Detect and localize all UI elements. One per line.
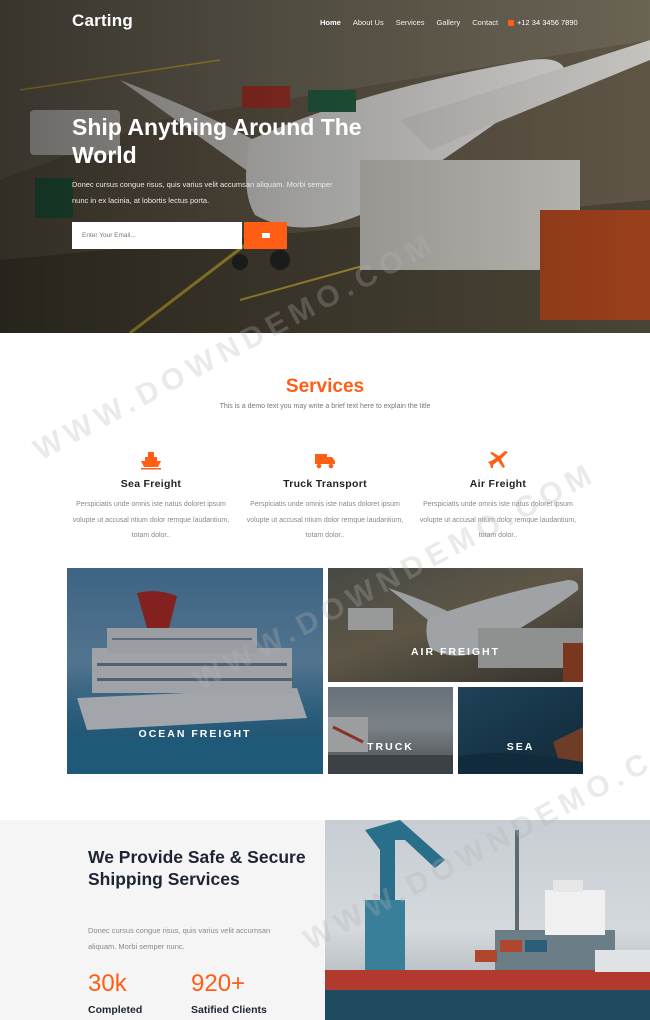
- service-name: Sea Freight: [120, 478, 182, 490]
- service-name: Truck Transport: [283, 478, 367, 490]
- service-air-freight: Air Freight Perspiciatis unde omnis iste…: [413, 450, 583, 544]
- port-cargo-image: [325, 820, 650, 1020]
- top-navigation: Carting Home About Us Services Gallery C…: [0, 0, 650, 44]
- gallery-tile-sea[interactable]: SEA: [458, 687, 583, 774]
- phone-icon: [508, 19, 514, 26]
- stat-clients: 920+ Satified Clients: [191, 970, 267, 1016]
- stat-completed: 30k Completed: [88, 970, 142, 1016]
- tile-overlay: [328, 568, 583, 682]
- cargo-ship-crane-image: [325, 820, 650, 1020]
- stat-label: Completed: [88, 1004, 143, 1016]
- tile-overlay: [67, 568, 323, 774]
- about-description: Donec cursus congue risus, quis varius v…: [88, 926, 271, 951]
- nav-link-gallery[interactable]: Gallery: [436, 18, 460, 27]
- tile-label: TRUCK: [367, 741, 414, 753]
- service-name: Air Freight: [469, 478, 527, 490]
- envelope-icon: [261, 233, 270, 238]
- services-title: Services: [285, 376, 365, 397]
- hero-description: Donec cursus congue risus, quis varius v…: [72, 180, 333, 205]
- nav-links: Home About Us Services Gallery Contact: [320, 18, 498, 27]
- service-description: Perspiciatis unde omnis iste natus dolor…: [419, 501, 577, 539]
- site-logo[interactable]: Carting: [72, 11, 133, 31]
- page: Carting Home About Us Services Gallery C…: [0, 0, 650, 1020]
- subscribe-button[interactable]: [244, 222, 287, 249]
- email-input[interactable]: [72, 222, 242, 249]
- hero-section: Carting Home About Us Services Gallery C…: [0, 0, 650, 333]
- tile-overlay: [328, 687, 453, 774]
- tile-label: OCEAN FREIGHT: [138, 728, 252, 740]
- stat-value: 920+: [191, 970, 246, 997]
- airplane-icon: [488, 451, 508, 468]
- hero-title: Ship Anything Around The World: [72, 114, 362, 168]
- service-description: Perspiciatis unde omnis iste natus dolor…: [72, 501, 230, 539]
- services-subtitle: This is a demo text you may write a brie…: [219, 403, 431, 410]
- ship-icon: [141, 452, 161, 470]
- service-sea-freight: Sea Freight Perspiciatis unde omnis iste…: [66, 450, 236, 544]
- gallery-tile-truck[interactable]: TRUCK: [328, 687, 453, 774]
- tile-label: AIR FREIGHT: [410, 646, 501, 658]
- nav-phone[interactable]: +12 34 3456 7890: [508, 18, 578, 27]
- gallery-tile-air-freight[interactable]: AIR FREIGHT: [328, 568, 583, 682]
- stat-label: Satified Clients: [191, 1004, 267, 1016]
- phone-number: +12 34 3456 7890: [517, 18, 578, 27]
- truck-icon: [315, 454, 335, 469]
- subscribe-form: [72, 222, 287, 249]
- tile-overlay: [458, 687, 583, 774]
- gallery-tile-ocean-freight[interactable]: OCEAN FREIGHT: [67, 568, 323, 774]
- nav-link-about[interactable]: About Us: [353, 18, 384, 27]
- nav-link-services[interactable]: Services: [396, 18, 425, 27]
- tile-label: SEA: [506, 741, 535, 753]
- nav-link-home[interactable]: Home: [320, 18, 341, 27]
- stat-value: 30k: [88, 970, 127, 997]
- about-title: We Provide Safe & Secure Shipping Servic…: [88, 847, 306, 889]
- service-description: Perspiciatis unde omnis iste natus dolor…: [246, 501, 404, 539]
- service-truck-transport: Truck Transport Perspiciatis unde omnis …: [240, 450, 410, 544]
- nav-link-contact[interactable]: Contact: [472, 18, 498, 27]
